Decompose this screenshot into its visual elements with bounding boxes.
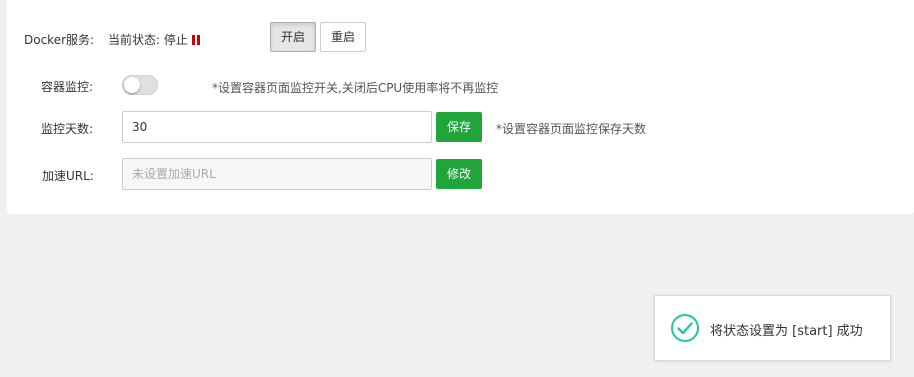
docker-service-label: Docker服务: xyxy=(24,33,95,47)
save-button[interactable]: 保存 xyxy=(436,112,482,142)
restart-button[interactable]: 重启 xyxy=(320,22,366,52)
check-circle-icon xyxy=(671,314,699,342)
docker-status-text: 当前状态: 停止 xyxy=(108,33,188,47)
monitor-days-input[interactable] xyxy=(122,111,432,143)
accel-url-label: 加速URL: xyxy=(42,169,94,183)
success-toast: 将状态设置为 [start] 成功 xyxy=(654,295,891,361)
toggle-knob xyxy=(124,77,140,93)
container-monitor-hint: *设置容器页面监控开关,关闭后CPU使用率将不再监控 xyxy=(212,81,499,95)
monitor-days-label: 监控天数: xyxy=(41,122,94,136)
container-monitor-label: 容器监控: xyxy=(41,80,94,94)
start-button[interactable]: 开启 xyxy=(270,22,316,52)
toast-message: 将状态设置为 [start] 成功 xyxy=(710,324,863,339)
monitor-days-hint: *设置容器页面监控保存天数 xyxy=(496,122,647,136)
stop-icon xyxy=(191,35,200,45)
edit-button[interactable]: 修改 xyxy=(436,159,482,189)
docker-status: 当前状态: 停止 xyxy=(108,31,200,48)
accel-url-input[interactable] xyxy=(122,158,432,190)
container-monitor-toggle[interactable] xyxy=(122,75,158,95)
docker-settings-panel: Docker服务: 当前状态: 停止 开启 重启 容器监控: *设置容器页面监控… xyxy=(7,0,914,214)
